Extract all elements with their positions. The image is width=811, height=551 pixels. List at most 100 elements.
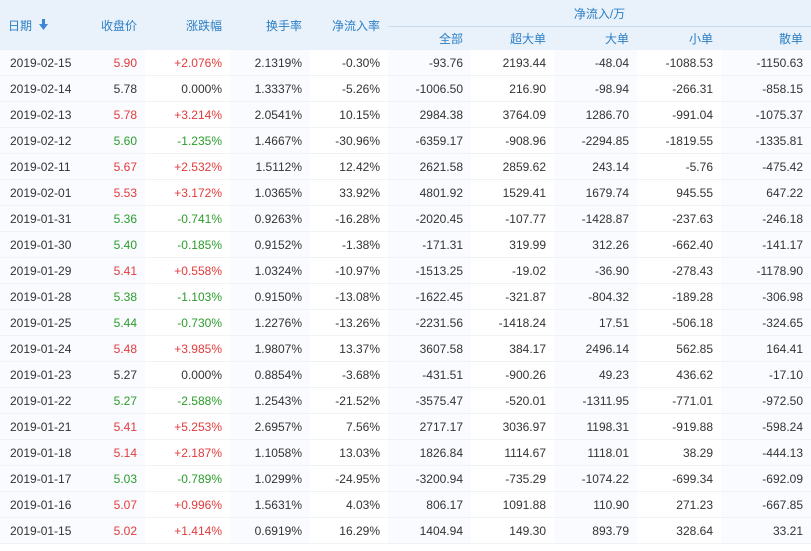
cell-retail: 33.21 <box>721 517 811 544</box>
cell-date: 2019-02-15 <box>0 50 88 76</box>
cell-small: 271.23 <box>637 491 721 518</box>
cell-change: +3.214% <box>145 101 230 128</box>
header-xlarge[interactable]: 超大单 <box>471 26 554 50</box>
cell-all: 4801.92 <box>388 179 471 206</box>
cell-small: -699.34 <box>637 465 721 492</box>
cell-net-rate: -5.26% <box>310 75 388 102</box>
cell-change: +2.076% <box>145 50 230 76</box>
cell-close: 5.27 <box>88 387 145 414</box>
cell-all: -1622.45 <box>388 283 471 310</box>
header-date[interactable]: 日期 <box>0 0 88 50</box>
cell-close: 5.02 <box>88 517 145 544</box>
cell-small: -1819.55 <box>637 127 721 154</box>
cell-small: 945.55 <box>637 179 721 206</box>
cell-large: -1428.87 <box>554 205 637 232</box>
table-row: 2019-01-31 5.36 -0.741% 0.9263% -16.28% -2020… <box>0 205 811 232</box>
cell-net-rate: -13.26% <box>310 309 388 336</box>
cell-net-rate: 13.37% <box>310 335 388 362</box>
cell-large: -36.90 <box>554 257 637 284</box>
cell-date: 2019-01-23 <box>0 361 88 388</box>
cell-xlarge: -900.26 <box>471 361 554 388</box>
sort-down-arrow-icon[interactable] <box>39 19 49 33</box>
cell-net-rate: -10.97% <box>310 257 388 284</box>
cell-small: 328.64 <box>637 517 721 544</box>
cell-date: 2019-01-17 <box>0 465 88 492</box>
cell-turnover: 1.0365% <box>230 179 310 206</box>
cell-date: 2019-02-12 <box>0 127 88 154</box>
cell-xlarge: 216.90 <box>471 75 554 102</box>
cell-retail: -306.98 <box>721 283 811 310</box>
header-close[interactable]: 收盘价 <box>88 0 145 50</box>
cell-change: -2.588% <box>145 387 230 414</box>
cell-net-rate: 13.03% <box>310 439 388 466</box>
cell-date: 2019-01-18 <box>0 439 88 466</box>
cell-small: -1088.53 <box>637 50 721 76</box>
cell-small: -919.88 <box>637 413 721 440</box>
cell-turnover: 0.9152% <box>230 231 310 258</box>
cell-net-rate: 10.15% <box>310 101 388 128</box>
cell-small: -506.18 <box>637 309 721 336</box>
header-turnover[interactable]: 换手率 <box>230 0 310 50</box>
cell-turnover: 1.4667% <box>230 127 310 154</box>
table-row: 2019-01-25 5.44 -0.730% 1.2276% -13.26% -2231… <box>0 309 811 336</box>
table-row: 2019-01-15 5.02 +1.414% 0.6919% 16.29% 1404.9… <box>0 517 811 544</box>
cell-all: 806.17 <box>388 491 471 518</box>
cell-all: -6359.17 <box>388 127 471 154</box>
cell-all: 3607.58 <box>388 335 471 362</box>
cell-change: -0.185% <box>145 231 230 258</box>
cell-date: 2019-01-16 <box>0 491 88 518</box>
cell-small: -991.04 <box>637 101 721 128</box>
cell-all: -3200.94 <box>388 465 471 492</box>
cell-large: 110.90 <box>554 491 637 518</box>
header-net-rate[interactable]: 净流入率 <box>310 0 388 50</box>
cell-xlarge: 384.17 <box>471 335 554 362</box>
cell-turnover: 0.6919% <box>230 517 310 544</box>
cell-change: +0.996% <box>145 491 230 518</box>
header-large[interactable]: 大单 <box>554 26 637 50</box>
cell-large: 312.26 <box>554 231 637 258</box>
table-row: 2019-02-14 5.78 0.000% 1.3337% -5.26% -1006.5… <box>0 75 811 102</box>
cell-close: 5.44 <box>88 309 145 336</box>
cell-net-rate: 7.56% <box>310 413 388 440</box>
header-change[interactable]: 涨跌幅 <box>145 0 230 50</box>
table-row: 2019-02-11 5.67 +2.532% 1.5112% 12.42% 2621.5… <box>0 153 811 180</box>
cell-net-rate: -13.08% <box>310 283 388 310</box>
cell-retail: -141.17 <box>721 231 811 258</box>
cell-change: -0.789% <box>145 465 230 492</box>
cell-large: 243.14 <box>554 153 637 180</box>
cell-retail: 164.41 <box>721 335 811 362</box>
cell-turnover: 0.9263% <box>230 205 310 232</box>
table-row: 2019-01-28 5.38 -1.103% 0.9150% -13.08% -1622… <box>0 283 811 310</box>
cell-net-rate: -30.96% <box>310 127 388 154</box>
cell-small: 562.85 <box>637 335 721 362</box>
cell-net-rate: 4.03% <box>310 491 388 518</box>
cell-turnover: 1.1058% <box>230 439 310 466</box>
cell-retail: -475.42 <box>721 153 811 180</box>
header-small[interactable]: 小单 <box>637 26 721 50</box>
cell-change: 0.000% <box>145 361 230 388</box>
cell-turnover: 1.9807% <box>230 335 310 362</box>
cell-large: -1074.22 <box>554 465 637 492</box>
cell-close: 5.78 <box>88 75 145 102</box>
cell-retail: -1335.81 <box>721 127 811 154</box>
header-retail[interactable]: 散单 <box>721 26 811 50</box>
cell-large: 17.51 <box>554 309 637 336</box>
cell-date: 2019-01-22 <box>0 387 88 414</box>
cell-small: -5.76 <box>637 153 721 180</box>
cell-all: 2717.17 <box>388 413 471 440</box>
table-row: 2019-01-21 5.41 +5.253% 2.6957% 7.56% 2717.17… <box>0 413 811 440</box>
cell-date: 2019-01-25 <box>0 309 88 336</box>
cell-net-rate: -21.52% <box>310 387 388 414</box>
cell-close: 5.41 <box>88 257 145 284</box>
cell-change: +2.187% <box>145 439 230 466</box>
cell-turnover: 1.2276% <box>230 309 310 336</box>
cell-large: -98.94 <box>554 75 637 102</box>
cell-turnover: 1.3337% <box>230 75 310 102</box>
header-all[interactable]: 全部 <box>388 26 471 50</box>
fund-flow-table: 日期 收盘价 涨跌幅 换手率 净流入率 净流入/万 全部 超大单 大单 小单 散… <box>0 0 811 544</box>
cell-large: -2294.85 <box>554 127 637 154</box>
cell-retail: -972.50 <box>721 387 811 414</box>
cell-small: 38.29 <box>637 439 721 466</box>
cell-retail: -444.13 <box>721 439 811 466</box>
cell-small: -278.43 <box>637 257 721 284</box>
